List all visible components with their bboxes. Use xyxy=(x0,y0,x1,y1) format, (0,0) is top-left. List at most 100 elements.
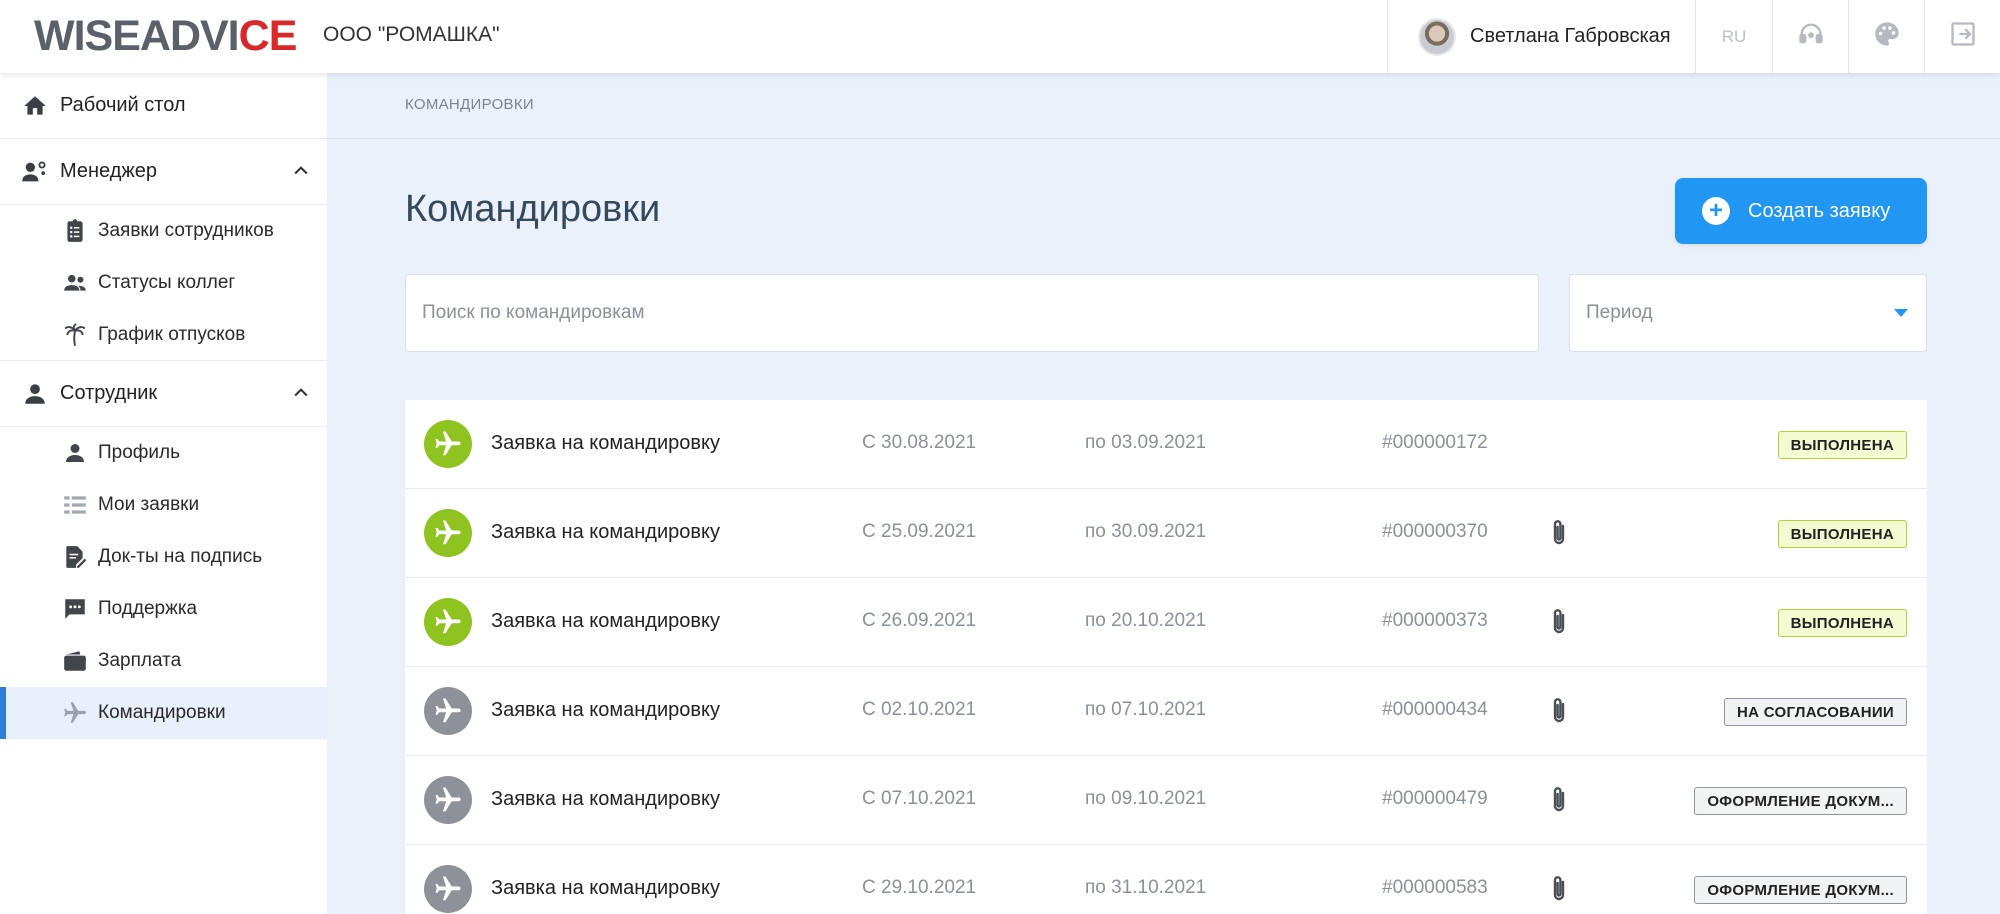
status-badge: ВЫПОЛНЕНА xyxy=(1777,431,1907,459)
sidebar-item-label: Профиль xyxy=(98,442,181,463)
sidebar-item-label: Рабочий стол xyxy=(60,94,186,116)
sidebar-item-label: График отпусков xyxy=(98,323,246,345)
sidebar-item-label: Статусы коллег xyxy=(98,272,236,293)
sidebar-item-employee-requests[interactable]: Заявки сотрудников xyxy=(0,205,327,257)
sidebar-item-business-trips[interactable]: Командировки xyxy=(0,687,327,739)
period-select[interactable]: Период xyxy=(1569,274,1927,352)
sidebar-item-support[interactable]: Поддержка xyxy=(0,583,327,635)
period-placeholder: Период xyxy=(1586,302,1653,323)
airplane-icon xyxy=(60,699,90,727)
sidebar-item-profile[interactable]: Профиль xyxy=(0,427,327,479)
list-item[interactable]: Заявка на командировку С 02.10.2021 по 07.… xyxy=(405,667,1927,756)
trip-request-list: Заявка на командировку С 30.08.2021 по 03.… xyxy=(405,400,1927,914)
list-item[interactable]: Заявка на командировку С 25.09.2021 по 30.… xyxy=(405,489,1927,578)
paperclip-icon[interactable] xyxy=(1547,784,1571,816)
search-input[interactable] xyxy=(405,274,1539,352)
airplane-icon xyxy=(424,687,472,735)
theme-button[interactable] xyxy=(1848,0,1924,73)
request-date-from: С 26.09.2021 xyxy=(862,610,977,631)
breadcrumb[interactable]: КОМАНДИРОВКИ xyxy=(405,96,534,113)
manager-icon xyxy=(20,157,50,187)
airplane-icon xyxy=(424,865,472,913)
person-icon xyxy=(20,379,50,409)
sidebar-group-label: Менеджер xyxy=(60,160,158,182)
status-badge: НА СОГЛАСОВАНИИ xyxy=(1723,698,1907,726)
logout-icon xyxy=(1949,20,1977,53)
paperclip-icon[interactable] xyxy=(1547,606,1571,638)
palm-tree-icon xyxy=(60,321,90,349)
user-menu[interactable]: Светлана Габровская xyxy=(1387,0,1695,73)
avatar xyxy=(1418,17,1456,56)
home-icon xyxy=(20,91,50,121)
request-date-to: по 31.10.2021 xyxy=(1085,877,1207,898)
request-number: #000000583 xyxy=(1382,877,1488,898)
sidebar-group-label: Сотрудник xyxy=(60,382,158,404)
status-badge: ОФОРМЛЕНИЕ ДОКУМ... xyxy=(1694,876,1907,904)
status-badge: ОФОРМЛЕНИЕ ДОКУМ... xyxy=(1694,787,1907,815)
status-badge: ВЫПОЛНЕНА xyxy=(1777,609,1907,637)
airplane-icon xyxy=(424,776,472,824)
sidebar-item-desktop[interactable]: Рабочий стол xyxy=(0,73,327,139)
sidebar-item-label: Командировки xyxy=(98,702,226,723)
sidebar-group-manager[interactable]: Менеджер xyxy=(0,139,327,205)
sidebar-item-vacation-schedule[interactable]: График отпусков xyxy=(0,309,327,361)
request-title[interactable]: Заявка на командировку xyxy=(491,788,720,811)
request-date-from: С 25.09.2021 xyxy=(862,521,977,542)
wallet-icon xyxy=(60,647,90,675)
wiseadvice-logo[interactable]: WISEADVI CE xyxy=(34,11,298,60)
request-number: #000000373 xyxy=(1382,610,1488,631)
person-icon xyxy=(60,439,90,467)
request-date-from: С 29.10.2021 xyxy=(862,877,977,898)
logout-button[interactable] xyxy=(1924,0,2000,73)
paperclip-icon[interactable] xyxy=(1547,695,1571,727)
paperclip-icon[interactable] xyxy=(1547,517,1571,549)
dropdown-arrow-icon xyxy=(1894,309,1908,317)
request-title[interactable]: Заявка на командировку xyxy=(491,521,720,544)
request-date-to: по 20.10.2021 xyxy=(1085,610,1207,631)
airplane-icon xyxy=(424,598,472,646)
request-title[interactable]: Заявка на командировку xyxy=(491,432,720,455)
request-number: #000000434 xyxy=(1382,699,1488,720)
request-date-to: по 03.09.2021 xyxy=(1085,432,1207,453)
status-badge: ВЫПОЛНЕНА xyxy=(1777,520,1907,548)
chevron-up-icon[interactable] xyxy=(291,383,311,403)
sidebar-group-employee[interactable]: Сотрудник xyxy=(0,361,327,427)
list-icon xyxy=(60,491,90,519)
header-actions: Светлана Габровская RU xyxy=(1387,0,2000,73)
clipboard-list-icon xyxy=(60,217,90,245)
request-title[interactable]: Заявка на командировку xyxy=(491,610,720,633)
sidebar-item-salary[interactable]: Зарплата xyxy=(0,635,327,687)
request-date-from: С 02.10.2021 xyxy=(862,699,977,720)
page-title: Командировки xyxy=(405,188,661,230)
list-item[interactable]: Заявка на командировку С 29.10.2021 по 31.… xyxy=(405,845,1927,914)
sidebar-item-docs-to-sign[interactable]: Док-ты на подпись xyxy=(0,531,327,583)
list-item[interactable]: Заявка на командировку С 26.09.2021 по 20.… xyxy=(405,578,1927,667)
request-title[interactable]: Заявка на командировку xyxy=(491,699,720,722)
request-number: #000000370 xyxy=(1382,521,1488,542)
create-request-label: Создать заявку xyxy=(1748,199,1891,222)
sidebar-item-colleague-status[interactable]: Статусы коллег xyxy=(0,257,327,309)
people-icon xyxy=(60,269,90,297)
request-number: #000000479 xyxy=(1382,788,1488,809)
list-item[interactable]: Заявка на командировку С 30.08.2021 по 03.… xyxy=(405,400,1927,489)
sidebar-item-my-requests[interactable]: Мои заявки xyxy=(0,479,327,531)
request-date-to: по 07.10.2021 xyxy=(1085,699,1207,720)
request-title[interactable]: Заявка на командировку xyxy=(491,877,720,900)
chevron-up-icon[interactable] xyxy=(291,161,311,181)
create-request-button[interactable]: + Создать заявку xyxy=(1675,178,1927,244)
support-button[interactable] xyxy=(1772,0,1848,73)
logo-text-grey: WISEADVI xyxy=(34,11,240,60)
language-switch[interactable]: RU xyxy=(1695,0,1772,73)
headset-icon xyxy=(1797,20,1825,53)
logo-text-red: CE xyxy=(238,11,298,60)
sidebar-item-label: Поддержка xyxy=(98,598,198,619)
paperclip-icon[interactable] xyxy=(1547,873,1571,905)
sidebar-item-label: Заявки сотрудников xyxy=(98,220,274,241)
list-item[interactable]: Заявка на командировку С 07.10.2021 по 09.… xyxy=(405,756,1927,845)
request-date-to: по 09.10.2021 xyxy=(1085,788,1207,809)
sidebar: Рабочий стол Менеджер Заявки сотрудников… xyxy=(0,73,327,914)
request-date-from: С 30.08.2021 xyxy=(862,432,977,453)
airplane-icon xyxy=(424,509,472,557)
top-header: WISEADVI CE ООО "РОМАШКА" Светлана Габров… xyxy=(0,0,2000,73)
palette-icon xyxy=(1873,20,1901,53)
